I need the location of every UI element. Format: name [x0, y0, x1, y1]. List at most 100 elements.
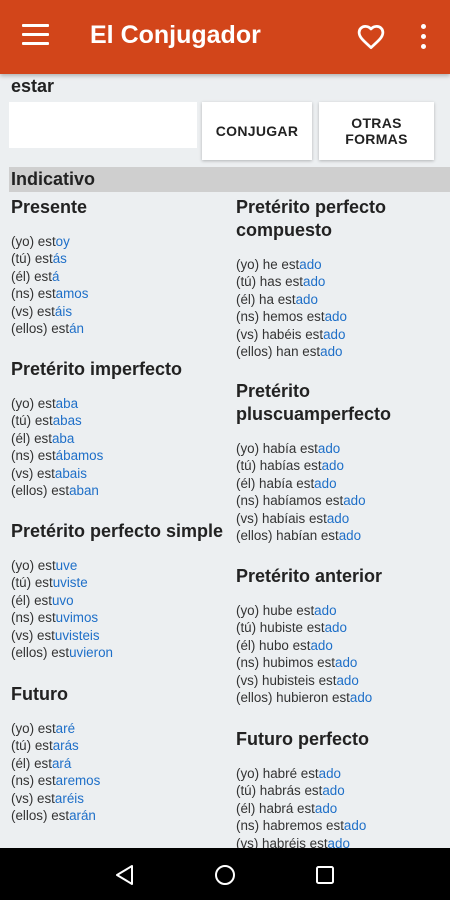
verb-ending: ado	[314, 475, 337, 491]
conjugation-row: (él) había estado	[236, 475, 446, 492]
verb-ending: aremos	[55, 773, 101, 789]
verb-stem: est	[37, 721, 56, 736]
otras-formas-button[interactable]: OTRAS FORMAS	[319, 102, 434, 160]
verb-ending: á	[51, 268, 60, 284]
verb-stem: est	[37, 448, 56, 464]
conjugation-row: (vs) estuvisteis	[11, 627, 236, 644]
verb-ending: aré	[55, 721, 76, 736]
pronoun: (tú)	[11, 738, 35, 754]
verb-ending: ado	[314, 800, 338, 816]
back-triangle-icon[interactable]	[113, 863, 137, 887]
pronoun: (vs) hubisteis	[236, 672, 319, 688]
verb-stem: est	[34, 268, 52, 284]
verb-stem: est	[34, 251, 53, 267]
pronoun: (él) hubo	[236, 637, 293, 653]
conjugation-row: (vs) hubisteis estado	[236, 672, 446, 689]
verb-stem: est	[305, 326, 324, 342]
tense-title: Pretérito anterior	[236, 566, 383, 586]
verb-stem: est	[37, 396, 56, 411]
conjugation-row: (ellos) hubieron estado	[236, 689, 446, 706]
verb-ending: ado	[324, 309, 347, 325]
tense-block: Pretérito perfecto compuesto (yo) he esta…	[236, 196, 446, 360]
tense-title: Presente	[11, 197, 88, 217]
verb-stem: est	[34, 755, 52, 771]
conjugation-row: (yo) habré estado	[236, 765, 446, 782]
conjugation-row: (tú) habías estado	[236, 457, 446, 474]
verb-ending: abas	[52, 413, 82, 429]
verb-stem: est	[320, 528, 339, 544]
verb-ending: arán	[69, 808, 96, 824]
tense-block: Futuro (yo) estaré (tú) estarás (él) estará…	[11, 683, 236, 824]
conjugation-row: (él) está	[11, 268, 236, 285]
pronoun: (él) habrá	[236, 800, 298, 816]
app-title: El Conjugador	[90, 21, 261, 49]
verb-stem: est	[51, 808, 70, 824]
conjugar-button[interactable]: CONJUGAR	[202, 102, 312, 160]
pronoun: (yo)	[11, 721, 38, 736]
verb-stem: est	[277, 291, 296, 307]
verb-stem: est	[37, 627, 55, 643]
verb-stem: est	[332, 690, 350, 706]
pronoun: (ellos) habían	[236, 528, 321, 544]
verb-stem: est	[37, 773, 56, 789]
pronoun: (tú)	[11, 413, 35, 429]
pronoun: (ns)	[11, 286, 38, 302]
pronoun: (ns)	[11, 448, 38, 464]
verb-ending: ado	[324, 620, 347, 636]
verb-ending: uvieron	[69, 645, 113, 661]
pronoun: (ellos) han	[236, 344, 303, 360]
verb-ending: ado	[303, 274, 326, 290]
verb-stem: est	[285, 274, 303, 290]
pronoun: (ns) hemos	[236, 309, 307, 325]
verb-ending: amos	[55, 286, 89, 302]
verb-ending: ado	[318, 766, 341, 781]
verb-stem: est	[302, 344, 321, 360]
tense-block: Pretérito anterior (yo) hube estado (tú) h…	[236, 565, 446, 706]
pronoun: (vs)	[11, 303, 38, 319]
verb-ending: uvisteis	[54, 627, 100, 643]
conjugation-row: (tú) hubiste estado	[236, 619, 446, 636]
verb-stem: est	[306, 309, 325, 325]
tense-title: Pretérito perfecto simple	[11, 521, 224, 541]
conjugation-row: (él) estaba	[11, 430, 236, 447]
verb-stem: est	[37, 610, 56, 626]
verb-ending: ado	[326, 510, 350, 526]
verb-ending: ado	[310, 637, 333, 653]
verb-stem: est	[34, 575, 53, 591]
pronoun: (ns) habíamos	[236, 493, 326, 509]
home-circle-icon[interactable]	[213, 863, 237, 887]
more-vert-icon[interactable]	[418, 24, 428, 50]
tense-block: Presente (yo) estoy (tú) estás (él) está (ns…	[11, 196, 236, 337]
pronoun: (ellos) hubieron	[236, 690, 333, 706]
verb-stem: est	[306, 620, 325, 636]
pronoun: (yo)	[11, 558, 38, 573]
verb-ending: ará	[51, 755, 72, 771]
verb-stem: est	[37, 234, 56, 249]
conjugation-row: (tú) estabas	[11, 412, 236, 429]
verb-ending: ado	[343, 493, 366, 509]
tense-title: Pretérito imperfecto	[11, 359, 183, 379]
heart-outline-icon[interactable]	[356, 22, 386, 52]
verb-stem: est	[297, 800, 315, 816]
conjugation-row: (ns) estábamos	[11, 447, 236, 464]
conjugation-row: (ns) estamos	[11, 285, 236, 302]
tense-block: Pretérito pluscuamperfecto (yo) había est…	[236, 380, 446, 544]
verb-ending: aba	[55, 396, 79, 411]
verb-ending: ado	[343, 818, 367, 834]
verb-ending: ado	[336, 672, 359, 688]
tense-title: Pretérito pluscuamperfecto	[236, 381, 392, 424]
verb-input[interactable]	[9, 102, 197, 148]
conjugation-row: (ns) estuvimos	[11, 609, 236, 626]
verb-ending: uvo	[51, 592, 74, 608]
verb-stem: est	[34, 430, 52, 446]
pronoun: (tú)	[11, 575, 35, 591]
recents-square-icon[interactable]	[313, 863, 337, 887]
hamburger-menu-icon[interactable]	[22, 24, 49, 46]
verb-ending: ado	[323, 326, 346, 342]
verb-ending: abais	[54, 465, 87, 481]
verb-ending: uviste	[52, 575, 88, 591]
pronoun: (vs)	[11, 465, 38, 481]
pronoun: (tú) habrás	[236, 783, 305, 799]
pronoun: (tú) has	[236, 274, 286, 290]
conjugation-row: (yo) estaré	[11, 720, 236, 737]
